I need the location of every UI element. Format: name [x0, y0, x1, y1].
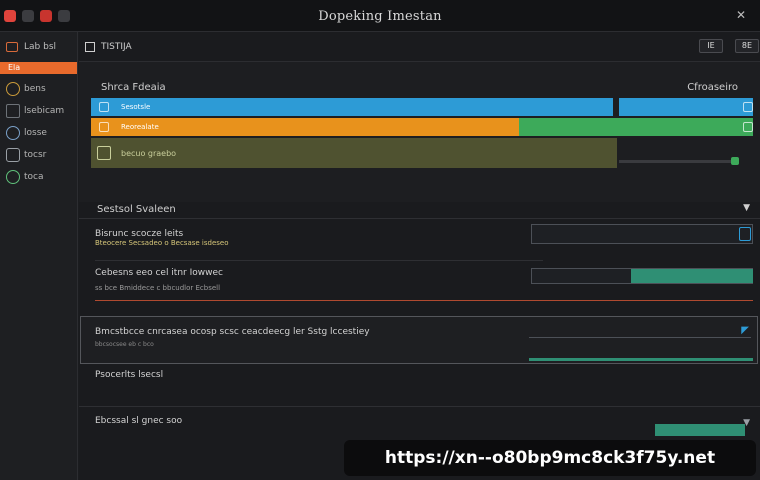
teal-level-bar: [529, 358, 753, 361]
sidebar-header: Lab bsl: [0, 32, 77, 62]
sidebar-item[interactable]: lsebicam: [0, 100, 77, 122]
edit-icon[interactable]: [739, 227, 751, 241]
folder-icon: [6, 42, 18, 52]
divider: [95, 300, 753, 301]
bar-label: Reorealate: [121, 123, 159, 131]
slider-handle[interactable]: [731, 157, 739, 165]
green-bar-segment: [519, 118, 753, 136]
blue-bar-segment: [619, 98, 753, 116]
divider: [79, 406, 760, 407]
chevron-down-icon[interactable]: ▼: [743, 418, 750, 428]
slider-track[interactable]: [619, 160, 737, 163]
bar-label: becuo graebo: [121, 148, 177, 158]
divider: [95, 260, 543, 261]
row-title: Bisrunc scocze leits: [95, 229, 184, 239]
divider: [529, 337, 751, 338]
panel-title: Shrca Fdeaia: [101, 82, 166, 93]
toolbar-label: TISTIJA: [101, 41, 132, 52]
close-icon[interactable]: ✕: [736, 8, 746, 22]
toolbar-button-1[interactable]: IE: [699, 39, 723, 53]
progress-panel: Shrca Fdeaia Cfroaseiro Sesotsle Reoreal…: [79, 62, 760, 202]
watermark-url: https://xn--o80bp9mc8ck3f75y.net: [344, 440, 756, 476]
sidebar-item[interactable]: tocsr: [0, 144, 77, 166]
folder-icon: [97, 146, 111, 160]
checkbox-icon[interactable]: [743, 102, 753, 112]
chevron-down-icon[interactable]: ▼: [743, 203, 750, 213]
bird-icon[interactable]: ◤: [741, 325, 749, 336]
sidebar-item-label: toca: [24, 172, 44, 182]
row-title: Psocerlts lsecsl: [95, 370, 164, 380]
card-title: Bmcstbcce cnrcasea ocosp scsc ceacdeecg …: [95, 327, 370, 337]
lock-icon: [6, 126, 20, 140]
row-subtitle: ss bce Bmiddece c bbcudlor Ecbsell: [95, 284, 221, 292]
list-item[interactable]: Bisrunc scocze leits Bteocere Secsadeo o…: [95, 229, 525, 247]
row-subtitle: Bteocere Secsadeo o Becsase isdeseo: [95, 239, 229, 247]
grid-icon: [85, 41, 95, 52]
sidebar-item-label: losse: [24, 128, 47, 138]
sidebar: Lab bsl Ela bens lsebicam losse tocsr to…: [0, 32, 78, 480]
bar-label: Sesotsle: [121, 103, 151, 111]
sidebar-item[interactable]: losse: [0, 122, 77, 144]
row-title: Cebesns eeo cel itnr Iowwec: [95, 268, 223, 278]
chip-icon: [6, 148, 20, 162]
checkbox-icon[interactable]: [99, 102, 109, 112]
card-subtitle: bbcsocsee eb c bco: [95, 341, 154, 348]
sidebar-item[interactable]: toca: [0, 166, 77, 188]
value-field[interactable]: [531, 224, 753, 244]
row-title: Ebcssal sl gnec soo: [95, 416, 183, 426]
checkbox-icon[interactable]: [99, 122, 109, 132]
divider: [79, 218, 760, 219]
sidebar-header-label: Lab bsl: [24, 42, 57, 52]
title-bar: Dopeking Imestan ✕: [0, 0, 760, 32]
section-title: Sestsol Svaleen: [97, 204, 176, 215]
sidebar-item-active[interactable]: Ela: [0, 62, 77, 74]
olive-progress-bar[interactable]: becuo graebo: [91, 138, 617, 168]
list-icon: [6, 104, 20, 118]
list-item[interactable]: Cebesns eeo cel itnr Iowwec ss bce Bmidd…: [95, 268, 525, 292]
selected-card[interactable]: Bmcstbcce cnrcasea ocosp scsc ceacdeecg …: [80, 316, 758, 364]
toolbar-button-2[interactable]: 8E: [735, 39, 759, 53]
window-title: Dopeking Imestan: [318, 9, 442, 24]
toolbar: TISTIJA IE 8E: [79, 32, 760, 62]
sidebar-item[interactable]: bens: [0, 78, 77, 100]
list-item[interactable]: Ebcssal sl gnec soo: [95, 416, 525, 426]
teal-level-bar: [631, 269, 753, 283]
main-content: TISTIJA IE 8E Shrca Fdeaia Cfroaseiro Se…: [79, 32, 760, 480]
orange-progress-bar[interactable]: Reorealate: [91, 118, 519, 136]
panel-title-right: Cfroaseiro: [687, 82, 738, 93]
teal-level-bar: [655, 424, 745, 436]
gauge-icon: [6, 82, 20, 96]
sidebar-item-label: tocsr: [24, 150, 47, 160]
sidebar-item-label: lsebicam: [24, 106, 65, 116]
sidebar-item-label: bens: [24, 84, 46, 94]
list-item[interactable]: Psocerlts lsecsl: [95, 370, 525, 380]
search-icon: [6, 170, 20, 184]
blue-progress-bar[interactable]: Sesotsle: [91, 98, 613, 116]
checkbox-icon[interactable]: [743, 122, 753, 132]
